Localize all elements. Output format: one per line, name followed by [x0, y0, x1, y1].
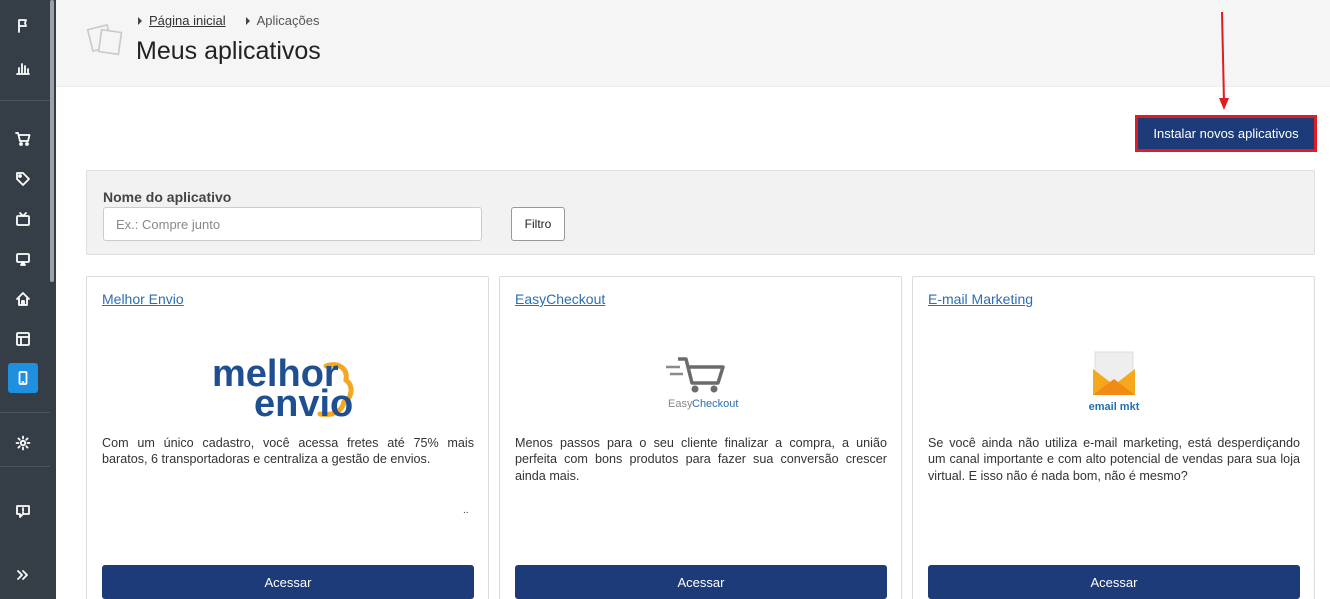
tag-icon: [16, 172, 30, 186]
sidebar-item-layout[interactable]: [8, 324, 38, 354]
filter-label: Nome do aplicativo: [103, 189, 232, 205]
layout-icon: [16, 332, 30, 346]
app-card-easycheckout: EasyCheckout Easy Checkout Menos passos …: [499, 276, 902, 599]
app-title-link[interactable]: Melhor Envio: [102, 291, 184, 307]
melhor-envio-logo: melhor envio: [87, 337, 488, 427]
mobile-icon: [18, 371, 28, 385]
monitor-icon: [16, 253, 30, 266]
annotation-arrow-icon: [1219, 11, 1229, 110]
app-description: Menos passos para o seu cliente finaliza…: [515, 436, 887, 483]
app-card-melhor-envio: Melhor Envio melhor envio Com um único c…: [86, 276, 489, 599]
melhor-envio-logo-icon: melhor envio: [212, 353, 353, 422]
easycheckout-logo: Easy Checkout: [500, 337, 901, 427]
breadcrumb-current-label: Aplicações: [256, 13, 320, 28]
sidebar-divider: [0, 466, 50, 467]
email-mkt-logo-text: email mkt: [1088, 401, 1139, 413]
sidebar-item-sales-channels[interactable]: [8, 244, 38, 274]
app-card-email-marketing: E-mail Marketing email mkt Se você ainda…: [912, 276, 1315, 599]
sidebar-item-settings[interactable]: [8, 428, 38, 458]
caret-right-icon: [138, 16, 142, 25]
sidebar-item-help[interactable]: [8, 496, 38, 526]
app-description: Se você ainda não utiliza e-mail marketi…: [928, 436, 1300, 483]
breadcrumb-item-current: Aplicações: [245, 13, 320, 28]
caret-right-icon: [245, 16, 250, 25]
sidebar-item-products[interactable]: [8, 164, 38, 194]
filter-panel: Nome do aplicativo Filtro: [86, 170, 1315, 255]
chart-icon: [16, 63, 30, 75]
sidebar-item-orders[interactable]: [8, 124, 38, 154]
help-icon: [16, 505, 30, 518]
access-button[interactable]: Acessar: [515, 565, 887, 599]
breadcrumb-item-home: Página inicial: [138, 13, 226, 28]
home-icon: [16, 292, 30, 306]
ellipsis-mark: ..: [463, 505, 469, 516]
sidebar-item-flag[interactable]: [8, 11, 38, 41]
easycheckout-logo-text-checkout: Checkout: [692, 398, 738, 410]
sidebar: [0, 0, 56, 599]
sidebar-expand-toggle[interactable]: [8, 560, 38, 590]
melhor-envio-logo-line2: envio: [254, 383, 353, 422]
app-description: Com um único cadastro, você acessa frete…: [102, 436, 474, 467]
install-new-apps-button[interactable]: Instalar novos aplicativos: [1135, 115, 1317, 152]
sidebar-divider: [0, 412, 50, 413]
expand-icon: [17, 570, 28, 580]
breadcrumb-home-link[interactable]: Página inicial: [149, 13, 226, 28]
sidebar-item-marketing[interactable]: [8, 204, 38, 234]
sidebar-item-store[interactable]: [8, 284, 38, 314]
filter-button[interactable]: Filtro: [511, 207, 565, 241]
email-mkt-logo: email mkt: [913, 337, 1314, 427]
gear-icon: [15, 435, 31, 451]
easycheckout-logo-text-easy: Easy: [668, 398, 693, 410]
sidebar-item-reports[interactable]: [8, 53, 38, 83]
sidebar-scrollbar[interactable]: [50, 0, 54, 282]
access-button[interactable]: Acessar: [928, 565, 1300, 599]
sidebar-divider: [0, 100, 50, 101]
page-title: Meus aplicativos: [136, 37, 321, 65]
sidebar-item-apps[interactable]: [8, 363, 38, 393]
apps-header-icon: [86, 23, 123, 56]
access-button[interactable]: Acessar: [102, 565, 474, 599]
tv-icon: [16, 212, 30, 226]
cart-icon: [15, 132, 31, 146]
app-title-link[interactable]: E-mail Marketing: [928, 291, 1033, 307]
cart-logo-icon: Easy Checkout: [665, 357, 738, 410]
page-header: Página inicial Aplicações Meus aplicativ…: [56, 0, 1330, 87]
app-title-link[interactable]: EasyCheckout: [515, 291, 605, 307]
envelope-logo-icon: email mkt: [1088, 351, 1139, 413]
app-name-input[interactable]: [103, 207, 482, 241]
flag-icon: [18, 19, 27, 33]
breadcrumb: Página inicial Aplicações: [138, 13, 319, 28]
